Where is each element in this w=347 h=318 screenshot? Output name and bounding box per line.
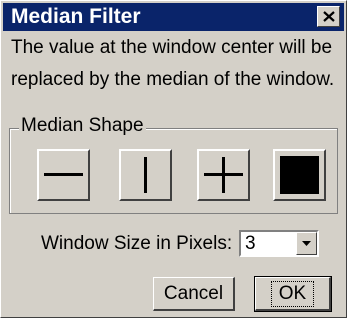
shape-square-button[interactable] [273, 149, 326, 201]
horizontal-line-icon [44, 173, 83, 176]
description-line-2: replaced by the median of the window. [11, 69, 335, 90]
vertical-line-icon [144, 157, 147, 193]
filled-square-icon [280, 156, 319, 194]
shape-vertical-button[interactable] [119, 149, 172, 201]
window-title: Median Filter [11, 5, 141, 28]
median-shape-label: Median Shape [19, 115, 146, 137]
close-button[interactable] [317, 6, 340, 27]
close-icon [323, 11, 335, 22]
dropdown-button[interactable] [296, 232, 317, 255]
cancel-label: Cancel [163, 282, 224, 304]
shape-plus-button[interactable] [197, 149, 250, 201]
plus-icon [204, 157, 243, 193]
title-bar[interactable]: Median Filter [3, 3, 344, 31]
ok-button[interactable]: OK [254, 276, 332, 312]
window-size-label: Window Size in Pixels: [41, 233, 233, 254]
median-filter-dialog: Median Filter The value at the window ce… [0, 0, 347, 318]
window-size-select[interactable]: 3 [239, 230, 319, 257]
description-line-1: The value at the window center will be [11, 37, 333, 58]
chevron-down-icon [302, 241, 311, 246]
shape-horizontal-button[interactable] [37, 149, 90, 201]
cancel-button[interactable]: Cancel [153, 277, 235, 311]
window-size-value: 3 [245, 233, 256, 254]
ok-label: OK [270, 280, 315, 307]
